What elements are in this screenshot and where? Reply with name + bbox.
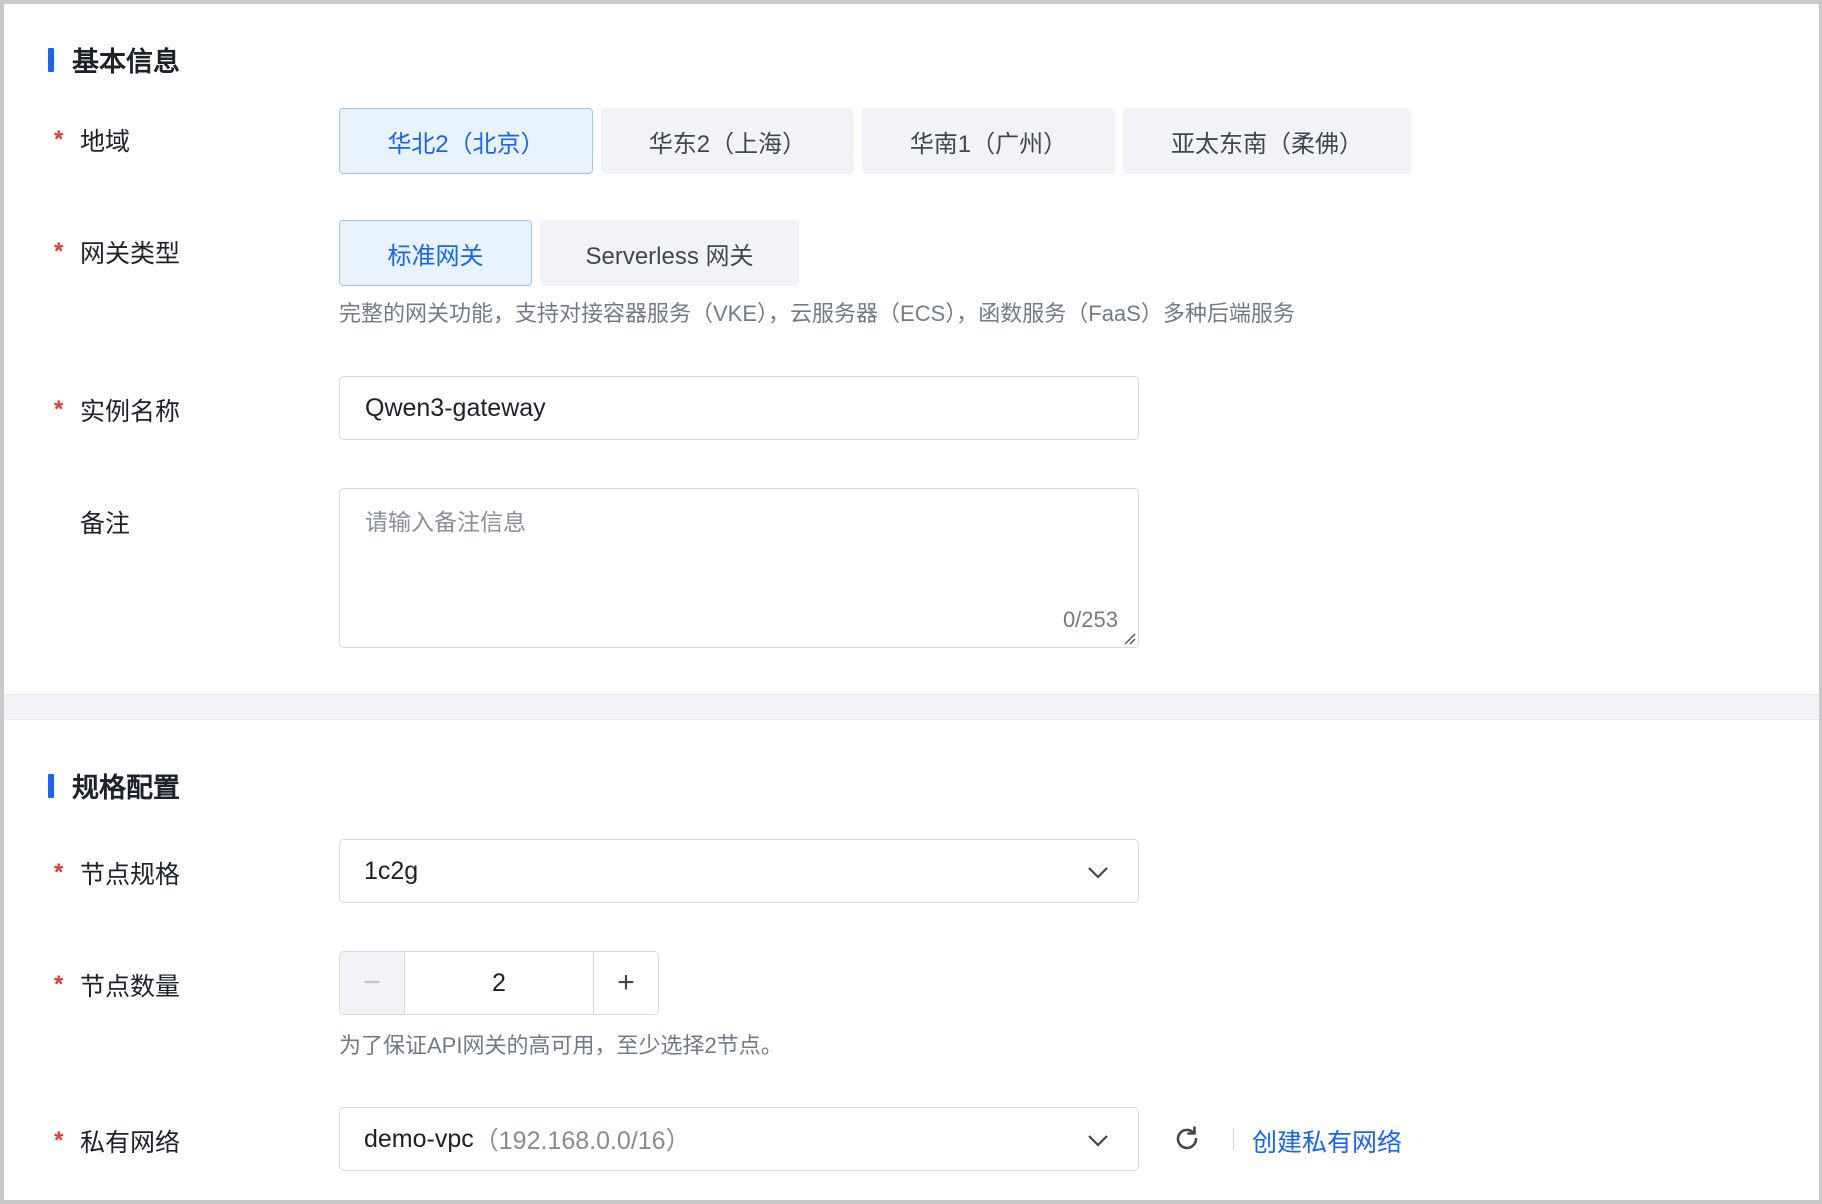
region-option-guangzhou[interactable]: 华南1（广州）	[862, 108, 1115, 174]
vpc-select[interactable]: demo-vpc （192.168.0.0/16）	[339, 1107, 1139, 1171]
vpc-label-text: 私有网络	[80, 1129, 181, 1157]
instance-name-label-text: 实例名称	[80, 398, 181, 426]
required-mark: *	[54, 396, 64, 423]
separator	[1233, 1128, 1234, 1150]
section-marker	[48, 47, 54, 72]
basic-info-section: 基本信息 * 地域 华北2（北京） 华东2（上海） 华南1（广州） 亚太东南（柔…	[4, 4, 1819, 694]
gateway-type-standard[interactable]: 标准网关	[339, 220, 532, 286]
remark-placeholder: 请输入备注信息	[365, 509, 526, 535]
remark-char-counter: 0/253	[1062, 607, 1118, 632]
gateway-type-label: * 网关类型	[54, 234, 180, 270]
region-option-beijing[interactable]: 华北2（北京）	[339, 108, 593, 174]
create-vpc-link[interactable]: 创建私有网络	[1252, 1123, 1402, 1159]
node-spec-label: * 节点规格	[54, 855, 180, 891]
spec-config-section: 规格配置 * 节点规格 1c2g * 节点数量 − 2 + 为了保证API网关的…	[4, 720, 1819, 1200]
required-mark: *	[54, 859, 64, 886]
spec-config-title: 规格配置	[48, 766, 180, 805]
refresh-icon[interactable]	[1171, 1123, 1203, 1155]
gateway-type-label-text: 网关类型	[80, 240, 181, 268]
node-count-input[interactable]: 2	[405, 952, 593, 1014]
node-spec-label-text: 节点规格	[80, 861, 181, 889]
instance-name-label: * 实例名称	[54, 392, 180, 428]
instance-name-input[interactable]: Qwen3-gateway	[339, 376, 1139, 440]
form-page: 基本信息 * 地域 华北2（北京） 华东2（上海） 华南1（广州） 亚太东南（柔…	[0, 0, 1822, 1204]
basic-info-title: 基本信息	[48, 40, 180, 79]
decrement-button[interactable]: −	[340, 952, 405, 1014]
region-option-shanghai[interactable]: 华东2（上海）	[601, 108, 854, 174]
increment-button[interactable]: +	[593, 952, 658, 1014]
required-mark: *	[54, 971, 64, 998]
node-spec-select[interactable]: 1c2g	[339, 839, 1139, 903]
gateway-type-hint: 完整的网关功能，支持对接容器服务（VKE），云服务器（ECS），函数服务（Faa…	[339, 301, 1295, 326]
node-count-label: * 节点数量	[54, 967, 180, 1003]
vpc-cidr: （192.168.0.0/16）	[473, 1127, 691, 1155]
required-mark: *	[54, 126, 64, 153]
section-title-text: 基本信息	[72, 47, 180, 77]
region-label-text: 地域	[80, 128, 131, 156]
remark-label: 备注	[54, 504, 130, 540]
remark-label-text: 备注	[80, 510, 131, 538]
remark-textarea[interactable]: 请输入备注信息 0/253	[339, 488, 1139, 648]
section-marker	[48, 773, 54, 798]
region-label: * 地域	[54, 122, 130, 158]
vpc-label: * 私有网络	[54, 1123, 180, 1159]
region-option-johor[interactable]: 亚太东南（柔佛）	[1123, 108, 1411, 174]
node-spec-value: 1c2g	[364, 856, 419, 885]
chevron-down-icon	[1088, 1135, 1108, 1147]
resize-handle-icon[interactable]	[1122, 631, 1136, 645]
required-mark: *	[54, 238, 64, 265]
chevron-down-icon	[1088, 867, 1108, 879]
node-count-label-text: 节点数量	[80, 973, 181, 1001]
node-count-hint: 为了保证API网关的高可用，至少选择2节点。	[339, 1033, 783, 1058]
required-mark: *	[54, 1127, 64, 1154]
section-divider	[4, 694, 1819, 720]
section-title-text: 规格配置	[72, 773, 180, 803]
node-count-stepper: − 2 +	[339, 951, 659, 1015]
vpc-value: demo-vpc	[364, 1124, 474, 1153]
gateway-type-serverless[interactable]: Serverless 网关	[540, 220, 799, 286]
